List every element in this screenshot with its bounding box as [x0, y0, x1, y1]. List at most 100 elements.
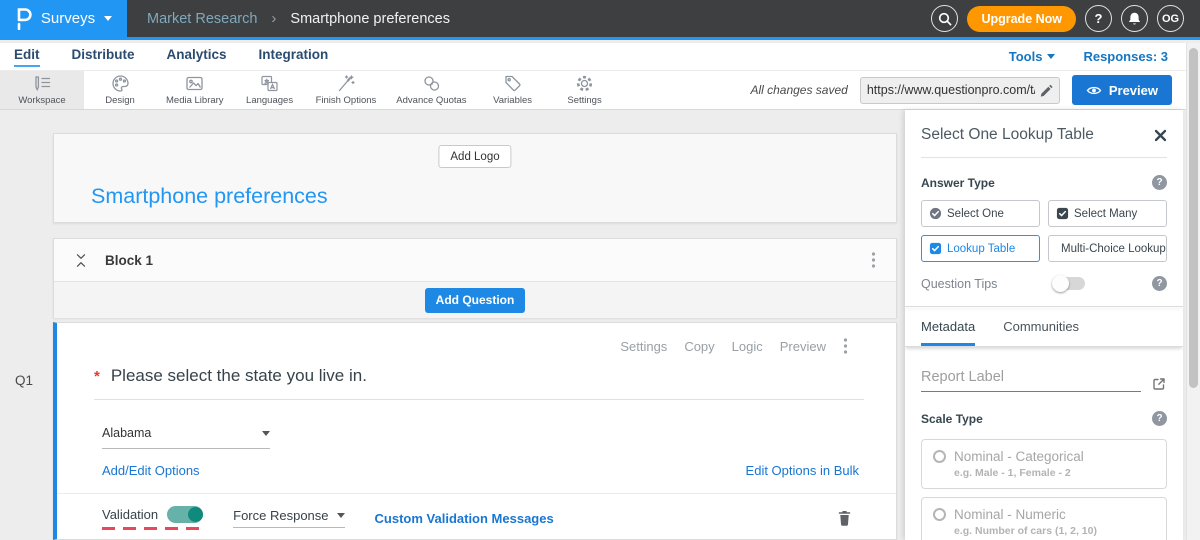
chevron-down-icon [1047, 54, 1055, 59]
answer-dropdown[interactable]: Alabama [102, 426, 270, 449]
help-icon[interactable]: ? [1152, 175, 1167, 190]
circle-check-icon [929, 207, 942, 220]
breadcrumb-folder[interactable]: Market Research [147, 11, 257, 27]
toolbar-item-finish-options[interactable]: Finish Options [306, 71, 387, 109]
survey-title[interactable]: Smartphone preferences [91, 184, 328, 209]
autosave-status: All changes saved [750, 83, 847, 97]
answer-dropdown-value: Alabama [102, 426, 151, 440]
surveys-menu[interactable]: Surveys [0, 0, 127, 39]
question-actions: Settings Copy Logic Preview [620, 337, 848, 355]
custom-validation-link[interactable]: Custom Validation Messages [375, 511, 554, 526]
search-button[interactable] [931, 5, 958, 32]
search-icon [937, 11, 953, 27]
scale-option-nominal-numeric[interactable]: Nominal - Numeric e.g. Number of cars (1… [921, 497, 1167, 540]
answer-type-lookup-table[interactable]: Lookup Table [921, 235, 1040, 262]
tab-metadata[interactable]: Metadata [921, 319, 975, 346]
toolbar-item-languages[interactable]: Languages [234, 71, 306, 109]
toolbar-item-design[interactable]: Design [84, 71, 156, 109]
force-response-dropdown[interactable]: Force Response [233, 508, 344, 528]
edit-pencil-icon[interactable] [1039, 83, 1053, 98]
answer-type-options: Select One Select Many Lookup Table [921, 200, 1167, 262]
help-icon[interactable]: ? [1152, 411, 1167, 426]
question-tips-toggle[interactable] [1055, 277, 1085, 290]
breadcrumb-survey-name: Smartphone preferences [290, 11, 450, 27]
tab-integration[interactable]: Integration [259, 47, 329, 67]
answer-type-label: Answer Type [921, 176, 995, 190]
toolbar-item-workspace[interactable]: Workspace [0, 71, 84, 109]
survey-url-input[interactable] [867, 83, 1035, 97]
page-scrollbar[interactable] [1186, 43, 1200, 540]
upgrade-now-button[interactable]: Upgrade Now [967, 6, 1076, 32]
survey-title-card: Add Logo Smartphone preferences [53, 133, 897, 223]
toolbar-right: All changes saved Preview [750, 71, 1186, 109]
notifications-button[interactable] [1121, 5, 1148, 32]
palette-icon [110, 74, 131, 93]
block-menu-icon[interactable] [871, 251, 876, 269]
edit-options-bulk-link[interactable]: Edit Options in Bulk [746, 463, 859, 478]
question-copy-link[interactable]: Copy [684, 339, 714, 354]
chevron-down-icon [104, 16, 112, 21]
help-button[interactable]: ? [1085, 5, 1112, 32]
preview-button[interactable]: Preview [1072, 75, 1172, 105]
question-settings-link[interactable]: Settings [620, 339, 667, 354]
question-id-label: Q1 [15, 373, 33, 388]
tab-analytics[interactable]: Analytics [167, 47, 227, 67]
scrollbar-thumb[interactable] [1189, 48, 1198, 388]
tools-menu[interactable]: Tools [1009, 49, 1056, 64]
answer-type-select-many[interactable]: Select Many [1048, 200, 1167, 227]
radio-icon[interactable] [933, 450, 946, 463]
block-title[interactable]: Block 1 [105, 253, 153, 268]
breadcrumb-separator-icon: › [271, 10, 276, 27]
close-icon[interactable] [1154, 129, 1167, 142]
chevron-down-icon [337, 513, 345, 518]
radio-icon[interactable] [933, 508, 946, 521]
question-preview-link[interactable]: Preview [780, 339, 826, 354]
delete-question-icon[interactable] [837, 509, 852, 527]
product-label: Surveys [41, 10, 95, 27]
question-logic-link[interactable]: Logic [732, 339, 763, 354]
external-link-icon[interactable] [1151, 376, 1167, 392]
validation-group: Validation [102, 506, 203, 530]
question-menu-icon[interactable] [843, 337, 848, 355]
panel-divider [921, 157, 1167, 158]
tab-distribute[interactable]: Distribute [72, 47, 135, 67]
toolbar-item-media-library[interactable]: Media Library [156, 71, 234, 109]
report-label-row [921, 368, 1167, 392]
answer-type-select-one[interactable]: Select One [921, 200, 1040, 227]
toolbar-item-settings[interactable]: Settings [549, 71, 621, 109]
add-logo-button[interactable]: Add Logo [438, 145, 511, 168]
toolbar-item-variables[interactable]: Variables [477, 71, 549, 109]
question-option-links: Add/Edit Options Edit Options in Bulk [102, 463, 859, 478]
collapse-icon[interactable] [74, 252, 88, 269]
bell-icon [1127, 11, 1142, 27]
tab-edit[interactable]: Edit [14, 47, 40, 67]
avatar[interactable]: OG [1157, 5, 1184, 32]
magic-wand-icon [335, 74, 356, 93]
tab-communities[interactable]: Communities [1003, 319, 1079, 346]
validation-toggle[interactable] [167, 506, 203, 523]
links-icon [421, 74, 442, 93]
scale-option-nominal-categorical[interactable]: Nominal - Categorical e.g. Male - 1, Fem… [921, 439, 1167, 489]
report-label-field [921, 368, 1141, 392]
top-header: Surveys Market Research › Smartphone pre… [0, 0, 1200, 40]
questionpro-survey-editor: Surveys Market Research › Smartphone pre… [0, 0, 1200, 540]
add-edit-options-link[interactable]: Add/Edit Options [102, 463, 200, 478]
report-label-input[interactable] [921, 369, 1141, 391]
add-question-button[interactable]: Add Question [425, 288, 526, 313]
square-check-icon [1056, 207, 1069, 220]
answer-type-multi-choice-lookup[interactable]: Multi-Choice Lookup [1048, 235, 1167, 262]
responses-link[interactable]: Responses: 3 [1083, 49, 1168, 64]
tag-icon [502, 74, 523, 93]
block-card: Block 1 Add Question [53, 238, 897, 318]
validation-label: Validation [102, 507, 158, 522]
add-question-strip: Add Question [54, 282, 896, 318]
toolbar-item-advance-quotas[interactable]: Advance Quotas [386, 71, 476, 109]
main-nav: Edit Distribute Analytics Integration To… [0, 43, 1186, 70]
question-divider [57, 493, 896, 494]
help-icon[interactable]: ? [1152, 276, 1167, 291]
answer-type-row: Answer Type ? [921, 175, 1167, 190]
scale-type-label: Scale Type [921, 412, 983, 426]
question-text[interactable]: Please select the state you live in. [111, 365, 367, 387]
breadcrumb: Market Research › Smartphone preferences [147, 10, 450, 27]
square-check-icon [929, 242, 942, 255]
